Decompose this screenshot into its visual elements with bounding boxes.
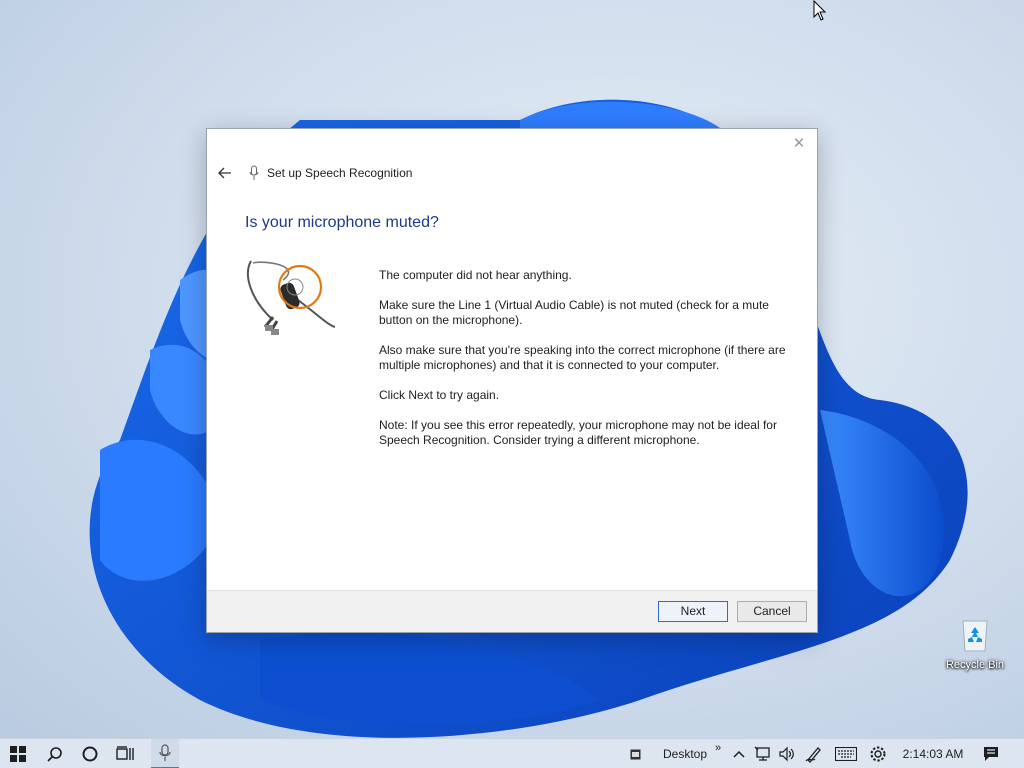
cancel-button[interactable]: Cancel	[737, 601, 807, 622]
chevron-up-icon	[733, 750, 745, 758]
pen-ink-tray-button[interactable]	[802, 739, 826, 768]
recycle-bin-icon	[957, 615, 993, 655]
cortana-button[interactable]	[77, 739, 103, 768]
toolbar-overflow-chevron[interactable]: »	[711, 733, 725, 763]
keyboard-icon	[835, 747, 857, 761]
mouse-cursor-icon	[813, 0, 827, 21]
desktop-toolbar-label[interactable]: Desktop	[658, 739, 712, 768]
network-icon	[754, 746, 770, 761]
settings-tray-button[interactable]	[866, 739, 890, 768]
windows-start-icon	[10, 746, 26, 762]
taskbar: Desktop » 2:14:03 AM	[0, 738, 1024, 768]
close-button[interactable]: ✕	[789, 135, 809, 153]
start-button[interactable]	[4, 739, 32, 768]
speech-setup-dialog: ✕ Set up Speech Recognition Is your micr…	[206, 128, 818, 633]
paragraph-try-again: Click Next to try again.	[379, 388, 500, 402]
back-arrow-icon	[218, 167, 231, 179]
microphone-icon	[159, 744, 171, 761]
action-center-button[interactable]	[978, 739, 1004, 768]
notification-icon	[984, 747, 998, 761]
desktop-toolbar-icon	[630, 749, 640, 759]
paragraph-no-audio: The computer did not hear anything.	[379, 268, 572, 282]
next-button[interactable]: Next	[658, 601, 728, 622]
show-hidden-icons-button[interactable]	[730, 739, 748, 768]
touch-keyboard-button[interactable]	[832, 739, 860, 768]
recycle-bin-label: Recycle Bin	[945, 659, 1005, 671]
speaker-volume-icon	[779, 746, 794, 762]
headset-mute-illustration	[247, 260, 336, 335]
dialog-title: Set up Speech Recognition	[267, 166, 413, 180]
back-button[interactable]	[215, 164, 235, 182]
taskbar-speech-recognition[interactable]	[151, 739, 179, 768]
microphone-icon	[249, 164, 261, 182]
pen-icon	[805, 747, 821, 763]
network-tray-button[interactable]	[752, 739, 774, 768]
paragraph-mute-check: Make sure the Line 1 (Virtual Audio Cabl…	[379, 298, 769, 327]
gear-icon	[870, 746, 886, 762]
cortana-circle-icon	[82, 746, 98, 762]
search-button[interactable]	[42, 739, 68, 768]
recycle-bin-shortcut[interactable]: Recycle Bin	[940, 615, 1010, 671]
paragraph-correct-mic: Also make sure that you're speaking into…	[379, 343, 786, 372]
task-view-button[interactable]	[112, 739, 138, 768]
clock[interactable]: 2:14:03 AM	[898, 739, 968, 768]
dialog-body: The computer did not hear anything. Make…	[379, 268, 794, 463]
paragraph-note: Note: If you see this error repeatedly, …	[379, 418, 777, 447]
volume-tray-button[interactable]	[776, 739, 798, 768]
dialog-footer: Next Cancel	[207, 590, 817, 632]
show-desktop-toggle[interactable]	[626, 739, 644, 768]
dialog-header: Set up Speech Recognition	[215, 163, 412, 183]
page-heading: Is your microphone muted?	[245, 214, 439, 231]
task-view-icon	[116, 746, 134, 760]
search-icon	[47, 747, 62, 762]
